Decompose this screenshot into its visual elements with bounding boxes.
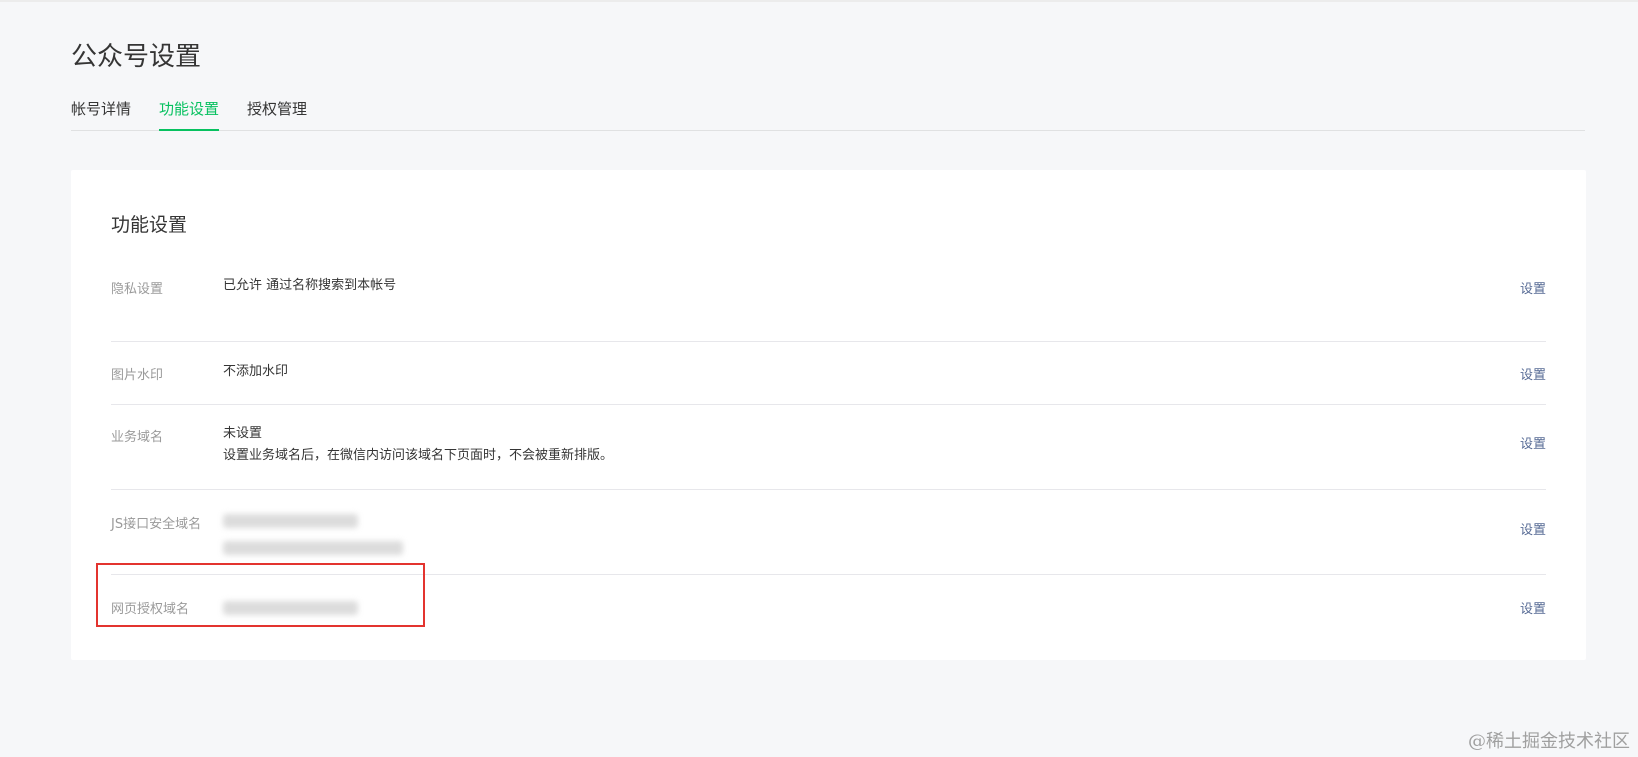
web-auth-domain-settings-link[interactable]: 设置 <box>1520 598 1546 617</box>
row-label: JS接口安全域名 <box>111 517 202 532</box>
tab-feature-settings[interactable]: 功能设置 <box>159 98 220 131</box>
row-value-line: 未设置 <box>223 426 263 441</box>
settings-row-privacy: 隐私设置 已允许 通过名称搜索到本帐号 设置 <box>111 266 1546 342</box>
row-label: 业务域名 <box>111 430 164 445</box>
privacy-settings-link[interactable]: 设置 <box>1520 278 1546 297</box>
section-title: 功能设置 <box>111 214 188 236</box>
site-watermark: @稀土掘金技术社区 <box>1468 731 1630 752</box>
watermark-settings-link[interactable]: 设置 <box>1520 364 1546 383</box>
tab-authorization-management[interactable]: 授权管理 <box>247 98 307 129</box>
tab-bar: 帐号详情 功能设置 授权管理 <box>71 96 1585 131</box>
row-value: 已允许 通过名称搜索到本帐号 <box>223 275 396 297</box>
page-title: 公众号设置 <box>71 42 202 72</box>
business-domain-settings-link[interactable]: 设置 <box>1520 433 1546 452</box>
row-label: 图片水印 <box>111 368 164 383</box>
row-label: 隐私设置 <box>111 282 164 297</box>
highlight-box <box>96 563 425 627</box>
js-domain-settings-link[interactable]: 设置 <box>1520 519 1546 538</box>
row-value: 未设置 设置业务域名后，在微信内访问该域名下页面时，不会被重新排版。 <box>223 423 613 467</box>
row-value: 不添加水印 <box>223 361 288 383</box>
top-divider <box>0 0 1638 2</box>
row-value-line: 已允许 通过名称搜索到本帐号 <box>223 278 397 293</box>
row-value-line: 设置业务域名后，在微信内访问该域名下页面时，不会被重新排版。 <box>223 448 614 463</box>
redacted-domain <box>223 541 403 555</box>
settings-row-business-domain: 业务域名 未设置 设置业务域名后，在微信内访问该域名下页面时，不会被重新排版。 … <box>111 405 1546 490</box>
row-value-line: 不添加水印 <box>223 364 289 379</box>
redacted-domain <box>223 514 358 528</box>
tab-account-details[interactable]: 帐号详情 <box>71 98 131 129</box>
settings-row-watermark: 图片水印 不添加水印 设置 <box>111 342 1546 405</box>
row-value-redacted <box>223 512 423 555</box>
